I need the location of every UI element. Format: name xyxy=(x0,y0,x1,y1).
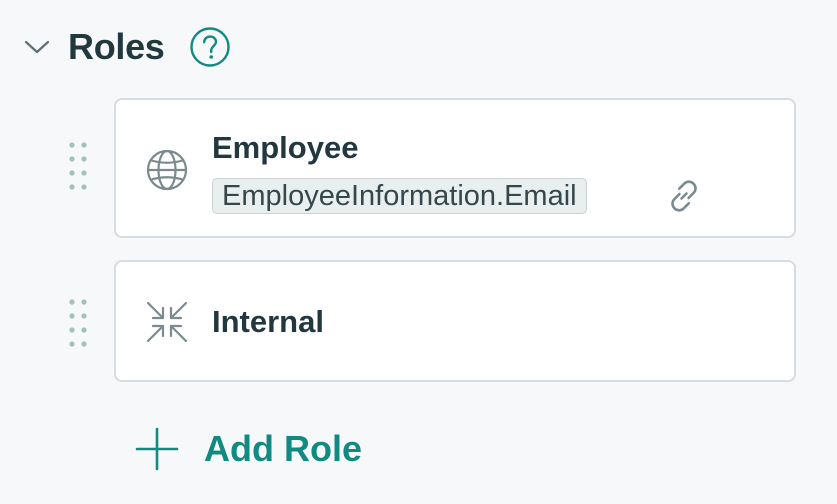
section-title: Roles xyxy=(68,26,165,67)
role-name: Employee xyxy=(212,130,359,165)
plus-icon xyxy=(135,427,179,471)
role-card-employee[interactable]: Employee EmployeeInformation.Email xyxy=(114,98,796,238)
role-item: Internal xyxy=(60,260,800,382)
link-icon[interactable] xyxy=(664,176,704,216)
help-icon[interactable] xyxy=(189,26,231,68)
add-role-label: Add Role xyxy=(204,428,362,469)
chevron-down-icon[interactable] xyxy=(22,32,52,62)
role-name: Internal xyxy=(212,304,324,339)
drag-handle-icon[interactable] xyxy=(66,140,90,192)
globe-icon xyxy=(144,147,190,193)
drag-handle-icon[interactable] xyxy=(66,297,90,349)
attribute-chip: EmployeeInformation.Email xyxy=(212,178,587,214)
role-item: Employee EmployeeInformation.Email xyxy=(60,98,800,238)
roles-section-header: Roles xyxy=(22,22,231,72)
add-role-button[interactable]: Add Role xyxy=(134,424,362,474)
collapse-arrows-icon xyxy=(144,299,190,345)
role-card-internal[interactable]: Internal xyxy=(114,260,796,382)
